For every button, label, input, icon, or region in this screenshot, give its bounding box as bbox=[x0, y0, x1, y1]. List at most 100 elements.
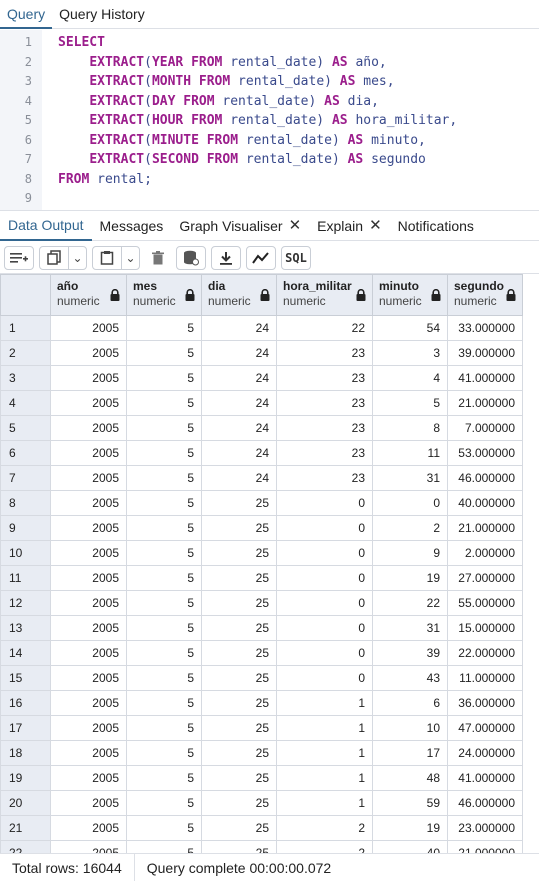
row-number[interactable]: 20 bbox=[0, 790, 51, 816]
table-cell[interactable]: 7.000000 bbox=[447, 415, 523, 441]
row-number[interactable]: 22 bbox=[0, 840, 51, 853]
table-row[interactable]: 22 2005 5 25 2 40 21.000000 bbox=[0, 840, 523, 853]
table-cell[interactable]: 0 bbox=[276, 640, 373, 666]
table-cell[interactable]: 5 bbox=[372, 390, 448, 416]
table-cell[interactable]: 25 bbox=[201, 590, 277, 616]
table-row[interactable]: 2 2005 5 24 23 3 39.000000 bbox=[0, 340, 523, 366]
table-cell[interactable]: 5 bbox=[126, 515, 202, 541]
column-header[interactable]: dia numeric bbox=[201, 274, 277, 316]
table-cell[interactable]: 39.000000 bbox=[447, 340, 523, 366]
table-cell[interactable]: 22.000000 bbox=[447, 640, 523, 666]
tab-data-output[interactable]: Data Output bbox=[0, 211, 92, 241]
close-icon[interactable]: ✕ bbox=[289, 211, 302, 241]
table-cell[interactable]: 31 bbox=[372, 615, 448, 641]
row-number[interactable]: 16 bbox=[0, 690, 51, 716]
table-cell[interactable]: 46.000000 bbox=[447, 465, 523, 491]
tab-query[interactable]: Query bbox=[0, 0, 53, 29]
table-cell[interactable]: 23 bbox=[276, 415, 373, 441]
table-cell[interactable]: 2005 bbox=[50, 565, 127, 591]
table-cell[interactable]: 5 bbox=[126, 840, 202, 853]
table-row[interactable]: 12 2005 5 25 0 22 55.000000 bbox=[0, 590, 523, 616]
table-cell[interactable]: 24 bbox=[201, 365, 277, 391]
table-cell[interactable]: 5 bbox=[126, 715, 202, 741]
table-cell[interactable]: 5 bbox=[126, 690, 202, 716]
table-cell[interactable]: 25 bbox=[201, 615, 277, 641]
save-data-button[interactable] bbox=[176, 245, 206, 270]
table-cell[interactable]: 1 bbox=[276, 790, 373, 816]
table-cell[interactable]: 5 bbox=[126, 615, 202, 641]
table-row[interactable]: 13 2005 5 25 0 31 15.000000 bbox=[0, 615, 523, 641]
table-cell[interactable]: 39 bbox=[372, 640, 448, 666]
table-cell[interactable]: 25 bbox=[201, 840, 277, 853]
table-cell[interactable]: 2005 bbox=[50, 440, 127, 466]
table-row[interactable]: 14 2005 5 25 0 39 22.000000 bbox=[0, 640, 523, 666]
table-cell[interactable]: 25 bbox=[201, 515, 277, 541]
table-cell[interactable]: 2005 bbox=[50, 515, 127, 541]
table-cell[interactable]: 46.000000 bbox=[447, 790, 523, 816]
table-cell[interactable]: 2005 bbox=[50, 665, 127, 691]
column-header[interactable]: minuto numeric bbox=[372, 274, 448, 316]
table-cell[interactable]: 25 bbox=[201, 540, 277, 566]
table-row[interactable]: 4 2005 5 24 23 5 21.000000 bbox=[0, 390, 523, 416]
table-cell[interactable]: 22 bbox=[276, 315, 373, 341]
column-header[interactable]: segundo numeric bbox=[447, 274, 523, 316]
tab-messages[interactable]: Messages bbox=[92, 211, 172, 241]
table-cell[interactable]: 21.000000 bbox=[447, 840, 523, 853]
table-cell[interactable]: 10 bbox=[372, 715, 448, 741]
table-cell[interactable]: 11.000000 bbox=[447, 665, 523, 691]
table-cell[interactable]: 19 bbox=[372, 815, 448, 841]
tab-notifications[interactable]: Notifications bbox=[390, 211, 482, 241]
table-cell[interactable]: 36.000000 bbox=[447, 690, 523, 716]
table-cell[interactable]: 5 bbox=[126, 740, 202, 766]
table-cell[interactable]: 5 bbox=[126, 565, 202, 591]
table-cell[interactable]: 53.000000 bbox=[447, 440, 523, 466]
table-cell[interactable]: 2005 bbox=[50, 640, 127, 666]
table-cell[interactable]: 24 bbox=[201, 390, 277, 416]
data-grid[interactable]: año numeric mes numeric dia numeric hora_milit… bbox=[0, 274, 539, 853]
table-cell[interactable]: 48 bbox=[372, 765, 448, 791]
table-cell[interactable]: 5 bbox=[126, 315, 202, 341]
table-cell[interactable]: 25 bbox=[201, 740, 277, 766]
table-cell[interactable]: 5 bbox=[126, 815, 202, 841]
table-cell[interactable]: 5 bbox=[126, 665, 202, 691]
table-cell[interactable]: 2005 bbox=[50, 815, 127, 841]
row-number[interactable]: 6 bbox=[0, 440, 51, 466]
table-cell[interactable]: 33.000000 bbox=[447, 315, 523, 341]
table-cell[interactable]: 21.000000 bbox=[447, 515, 523, 541]
table-cell[interactable]: 55.000000 bbox=[447, 590, 523, 616]
table-cell[interactable]: 0 bbox=[276, 490, 373, 516]
close-icon[interactable]: ✕ bbox=[369, 211, 382, 241]
table-cell[interactable]: 54 bbox=[372, 315, 448, 341]
copy-button[interactable] bbox=[40, 247, 68, 269]
table-cell[interactable]: 5 bbox=[126, 415, 202, 441]
table-cell[interactable]: 21.000000 bbox=[447, 390, 523, 416]
table-cell[interactable]: 25 bbox=[201, 765, 277, 791]
table-cell[interactable]: 24 bbox=[201, 440, 277, 466]
table-row[interactable]: 6 2005 5 24 23 11 53.000000 bbox=[0, 440, 523, 466]
table-cell[interactable]: 2005 bbox=[50, 690, 127, 716]
sql-button[interactable]: SQL bbox=[281, 245, 311, 270]
table-cell[interactable]: 5 bbox=[126, 390, 202, 416]
table-cell[interactable]: 2.000000 bbox=[447, 540, 523, 566]
table-cell[interactable]: 31 bbox=[372, 465, 448, 491]
row-number[interactable]: 21 bbox=[0, 815, 51, 841]
row-number[interactable]: 18 bbox=[0, 740, 51, 766]
column-header[interactable]: hora_militar numeric bbox=[276, 274, 373, 316]
sql-editor[interactable]: 1 SELECT 2 EXTRACT(YEAR FROM rental_date)… bbox=[0, 30, 539, 210]
table-cell[interactable]: 22 bbox=[372, 590, 448, 616]
table-row[interactable]: 20 2005 5 25 1 59 46.000000 bbox=[0, 790, 523, 816]
table-cell[interactable]: 41.000000 bbox=[447, 365, 523, 391]
table-cell[interactable]: 0 bbox=[276, 590, 373, 616]
row-number[interactable]: 1 bbox=[0, 315, 51, 341]
table-cell[interactable]: 15.000000 bbox=[447, 615, 523, 641]
table-cell[interactable]: 2005 bbox=[50, 740, 127, 766]
table-cell[interactable]: 2 bbox=[276, 840, 373, 853]
table-cell[interactable]: 1 bbox=[276, 765, 373, 791]
row-number[interactable]: 3 bbox=[0, 365, 51, 391]
table-cell[interactable]: 24 bbox=[201, 340, 277, 366]
table-cell[interactable]: 2005 bbox=[50, 415, 127, 441]
table-row[interactable]: 17 2005 5 25 1 10 47.000000 bbox=[0, 715, 523, 741]
table-cell[interactable]: 0 bbox=[276, 615, 373, 641]
paste-options-dropdown[interactable]: ⌄ bbox=[121, 246, 139, 269]
table-cell[interactable]: 25 bbox=[201, 690, 277, 716]
